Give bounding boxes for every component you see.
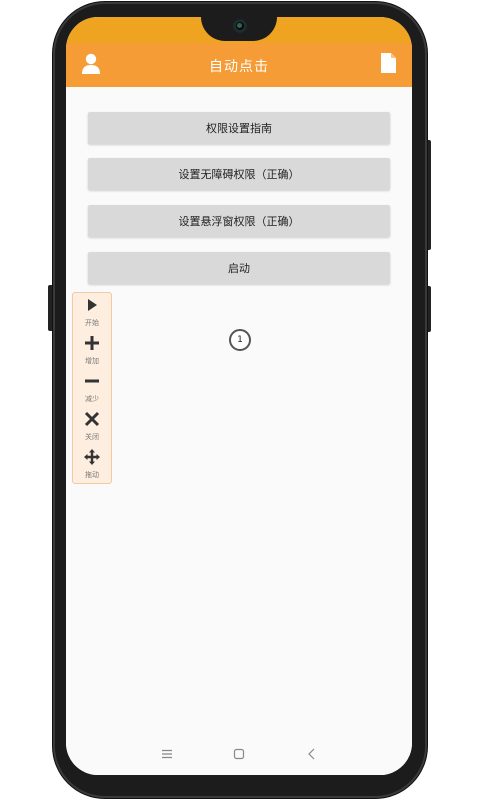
toolbar-remove-label: 减少 xyxy=(85,395,99,403)
close-icon xyxy=(84,411,100,427)
toolbar-drag-label: 拖动 xyxy=(85,471,99,479)
toolbar-close[interactable]: 关闭 xyxy=(73,407,111,445)
page-title: 自动点击 xyxy=(209,59,269,75)
home-icon[interactable] xyxy=(232,747,246,761)
accessibility-permission-button[interactable]: 设置无障碍权限（正确） xyxy=(88,158,390,190)
front-camera xyxy=(233,19,247,33)
toolbar-remove[interactable]: 减少 xyxy=(73,369,111,407)
click-point-marker[interactable]: 1 xyxy=(229,329,251,351)
menu-icon[interactable] xyxy=(160,747,174,761)
system-nav-bar xyxy=(66,733,412,775)
toolbar-close-label: 关闭 xyxy=(85,433,99,441)
toolbar-start-label: 开始 xyxy=(85,319,99,327)
app-bar: 自动点击 xyxy=(66,43,412,87)
toolbar-start[interactable]: 开始 xyxy=(73,293,111,331)
toolbar-add-label: 增加 xyxy=(85,357,99,365)
toolbar-add[interactable]: 增加 xyxy=(73,331,111,369)
click-point-number: 1 xyxy=(237,335,243,345)
toolbar-drag[interactable]: 拖动 xyxy=(73,445,111,483)
plus-icon xyxy=(85,336,99,350)
permission-guide-button[interactable]: 权限设置指南 xyxy=(88,112,390,144)
minus-icon xyxy=(85,379,99,383)
file-icon[interactable] xyxy=(380,52,397,74)
floating-toolbar[interactable]: 开始 增加 减少 关闭 拖动 xyxy=(72,292,112,484)
phone-screen: 自动点击 权限设置指南 设置无障碍权限（正确） 设置悬浮窗权限（正确） 启动 1… xyxy=(66,17,412,775)
move-icon xyxy=(84,449,100,465)
play-icon xyxy=(88,299,97,311)
overlay-permission-button[interactable]: 设置悬浮窗权限（正确） xyxy=(88,205,390,237)
back-icon[interactable] xyxy=(305,747,319,761)
screenshot: 自动点击 权限设置指南 设置无障碍权限（正确） 设置悬浮窗权限（正确） 启动 1… xyxy=(0,0,480,800)
start-button[interactable]: 启动 xyxy=(88,252,390,284)
